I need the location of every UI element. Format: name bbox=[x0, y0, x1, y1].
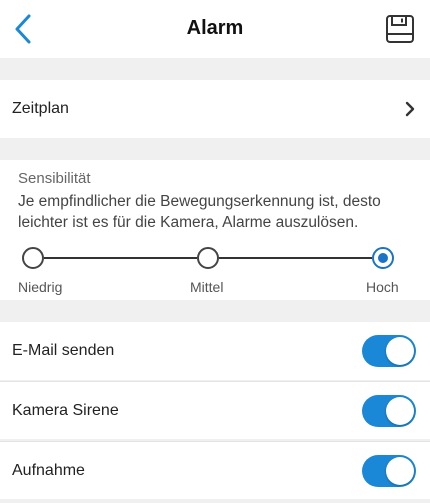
bottom-divider bbox=[0, 499, 430, 503]
slider-track-segment bbox=[44, 257, 197, 259]
slider-stop-medium[interactable] bbox=[197, 247, 219, 269]
toggle-thumb bbox=[386, 396, 414, 425]
slider-stop-high-selected[interactable] bbox=[366, 241, 400, 275]
toggle-thumb bbox=[386, 337, 414, 365]
stop-label-low: Niedrig bbox=[18, 279, 63, 295]
sensitivity-section: Sensibilität Je empfindlicher die Bewegu… bbox=[0, 160, 430, 300]
chevron-right-icon bbox=[405, 101, 415, 117]
recording-label: Aufnahme bbox=[12, 461, 85, 479]
floppy-disk-icon bbox=[386, 15, 414, 43]
slider-stop-low[interactable] bbox=[22, 247, 44, 269]
header-bar: Alarm bbox=[0, 0, 430, 58]
alarm-settings-screen: Alarm Zeitplan Sensibilität Je empfindli… bbox=[0, 0, 430, 503]
recording-row: Aufnahme bbox=[0, 441, 430, 499]
schedule-label: Zeitplan bbox=[12, 100, 69, 117]
siren-toggle[interactable] bbox=[362, 394, 416, 427]
page-title: Alarm bbox=[186, 17, 244, 39]
schedule-row[interactable]: Zeitplan bbox=[0, 80, 430, 138]
save-button[interactable] bbox=[384, 13, 416, 45]
sensitivity-slider[interactable]: Niedrig Mittel Hoch bbox=[0, 241, 430, 295]
email-row: E-Mail senden bbox=[0, 322, 430, 380]
stop-label-high: Hoch bbox=[366, 279, 399, 295]
selected-dot bbox=[378, 253, 388, 263]
stop-label-medium: Mittel bbox=[190, 279, 224, 295]
siren-label: Kamera Sirene bbox=[12, 401, 119, 419]
siren-row: Kamera Sirene bbox=[0, 381, 430, 439]
email-toggle[interactable] bbox=[362, 335, 416, 367]
sensitivity-description: Je empfindlicher die Bewegungserkennung … bbox=[18, 193, 381, 231]
email-label: E-Mail senden bbox=[12, 342, 115, 359]
slider-track-segment bbox=[219, 257, 372, 259]
recording-toggle[interactable] bbox=[362, 454, 416, 487]
toggle-thumb bbox=[386, 456, 414, 485]
sensitivity-title: Sensibilität bbox=[18, 170, 91, 187]
